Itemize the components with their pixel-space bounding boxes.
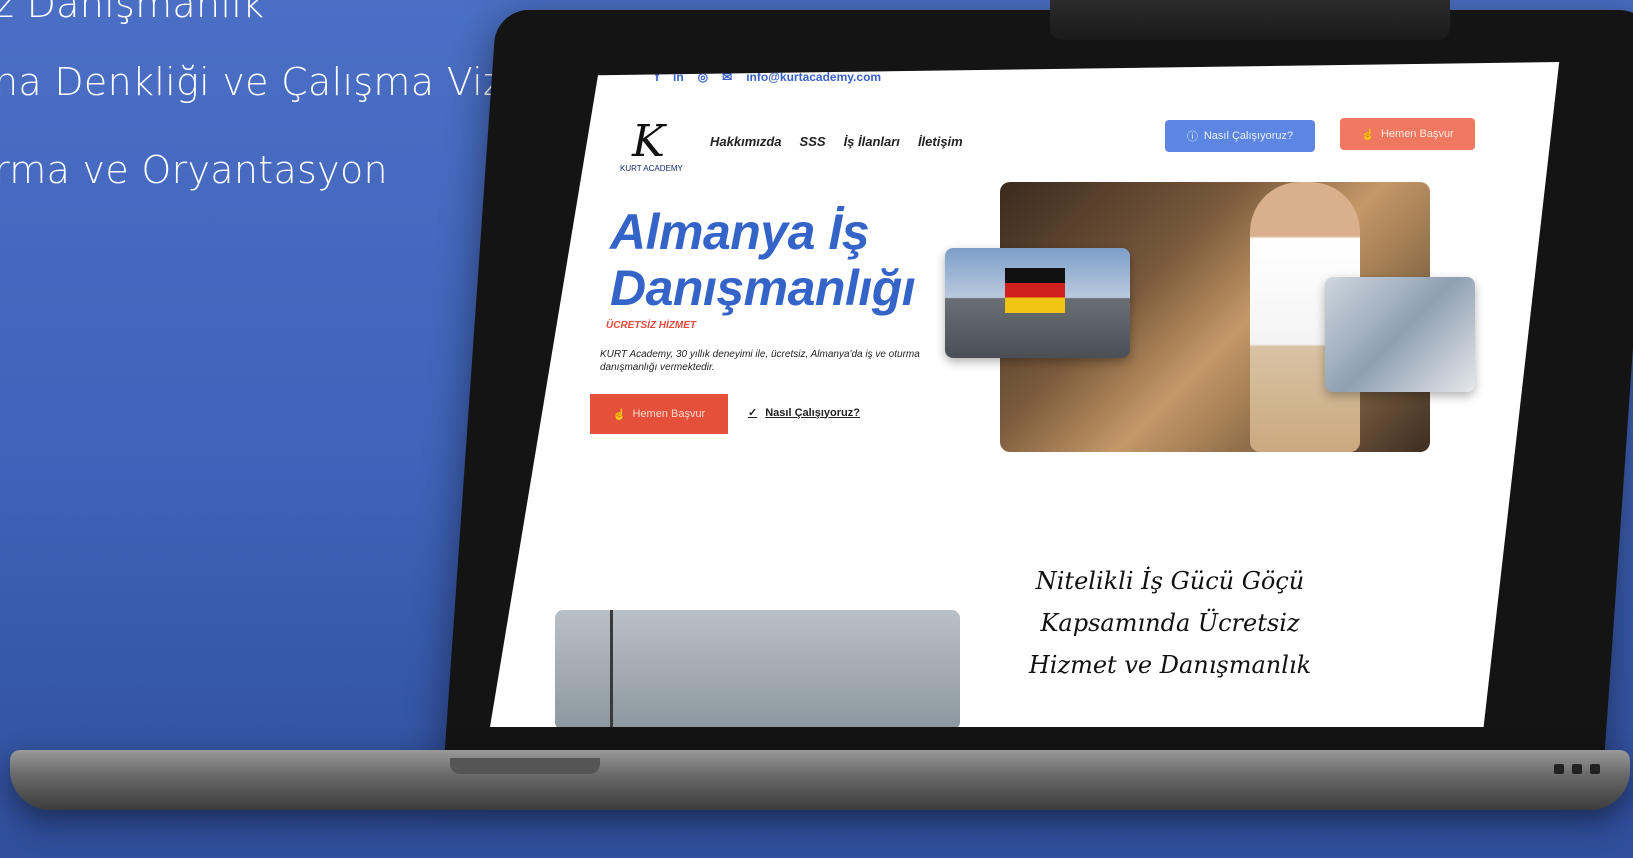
site-header: K KURT ACADEMY Hakkımızda SSS İş İlanlar… — [620, 110, 1540, 180]
check-icon: ✓ — [748, 407, 758, 419]
promo-text-3: rma ve Oryantasyon — [0, 148, 388, 192]
section-title-line2: Kapsamında Ücretsiz — [1040, 609, 1300, 637]
laptop-base — [10, 750, 1630, 810]
how-we-work-button-label: Nasıl Çalışıyoruz? — [1203, 130, 1294, 142]
pointer-icon: ☝ — [612, 408, 627, 421]
how-we-work-button[interactable]: ⓘ Nasıl Çalışıyoruz? — [1165, 120, 1315, 152]
laptop-ports — [1554, 764, 1600, 774]
laptop-notch — [450, 758, 600, 774]
hero-title: Almanya İş Danışmanlığı — [610, 204, 916, 316]
section-title: Nitelikli İş Gücü Göçü Kapsamında Ücrets… — [1010, 560, 1330, 686]
apply-now-button-label: Hemen Başvur — [1380, 128, 1454, 140]
section-title-line3: Hizmet ve Danışmanlık — [1028, 651, 1312, 679]
port-icon — [1554, 764, 1564, 774]
pointer-icon: ☝ — [1361, 128, 1375, 141]
promo-text-2: na Denkliği ve Çalışma Vizesi — [0, 60, 558, 104]
nav-item-faq[interactable]: SSS — [800, 134, 826, 149]
hero-description: KURT Academy, 30 yıllık deneyimi ile, üc… — [600, 349, 920, 373]
hero-title-line1: Almanya İş — [610, 204, 870, 260]
hero-how-link[interactable]: ✓ Nasıl Çalışıyoruz? — [748, 406, 860, 420]
main-nav: Hakkımızda SSS İş İlanları İletişim — [710, 134, 963, 149]
info-icon: ⓘ — [1186, 131, 1198, 143]
nav-item-about[interactable]: Hakkımızda — [710, 134, 782, 149]
apply-now-button[interactable]: ☝ Hemen Başvur — [1340, 118, 1475, 150]
section-title-line1: Nitelikli İş Gücü Göçü — [1035, 567, 1305, 595]
logo-mark: K — [632, 116, 665, 167]
nav-item-contact[interactable]: İletişim — [918, 134, 963, 149]
laptop-lid-edge — [1050, 0, 1450, 40]
logo-text: KURT ACADEMY — [620, 164, 683, 173]
hero-title-line2: Danışmanlığı — [610, 260, 916, 316]
city-skyline-photo — [555, 610, 960, 727]
site-logo[interactable]: K KURT ACADEMY — [620, 116, 690, 176]
promo-text-1: z Danışmanlık — [0, 0, 265, 26]
hero-apply-button-label: Hemen Başvur — [632, 408, 706, 420]
nav-item-jobs[interactable]: İş İlanları — [844, 134, 900, 149]
port-icon — [1590, 764, 1600, 774]
hero-apply-button[interactable]: ☝ Hemen Başvur — [590, 394, 728, 434]
hero-how-link-label: Nasıl Çalışıyoruz? — [765, 406, 860, 419]
laptop-screen: f in ◎ ✉ info@kurtacademy.com K KURT ACA… — [490, 62, 1560, 727]
port-icon — [1572, 764, 1582, 774]
german-flag-photo — [945, 248, 1130, 358]
german-flag-icon — [1005, 268, 1065, 313]
technician-photo — [1325, 277, 1475, 392]
hero-tag: ÜCRETSİZ HİZMET — [606, 320, 696, 331]
tv-tower-icon — [610, 610, 613, 727]
